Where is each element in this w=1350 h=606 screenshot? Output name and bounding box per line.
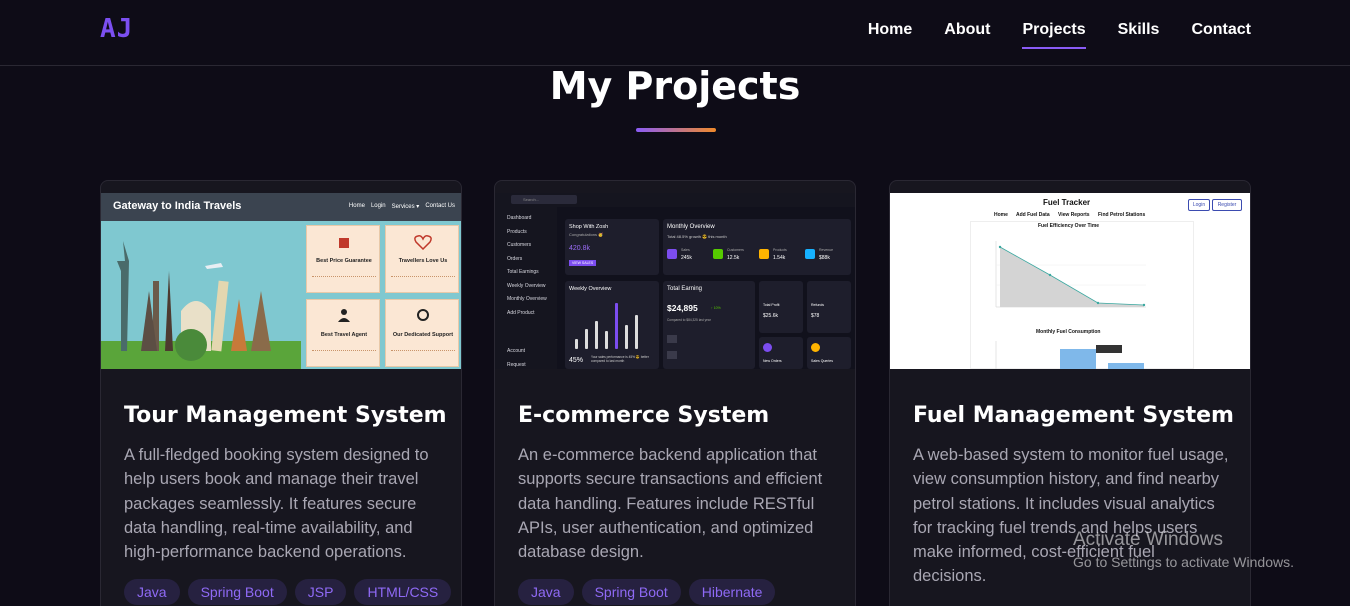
- project-thumbnail-tour[interactable]: Gateway to India Travels Home Login Serv…: [101, 193, 461, 369]
- nav-link-projects[interactable]: Projects: [1022, 21, 1086, 49]
- thumb-hero: Best Price Guarantee Travellers Love Us …: [101, 221, 461, 369]
- site-logo[interactable]: AJ: [100, 14, 133, 44]
- weekly-panel: Weekly Overview 45% Your sales performan…: [565, 281, 659, 369]
- project-description: An e-commerce backend application that s…: [518, 446, 823, 562]
- thumb-menu-item: Services ▾: [391, 204, 420, 210]
- tech-tag: Java: [518, 579, 574, 605]
- nav-link-about[interactable]: About: [944, 21, 990, 45]
- top-navbar: AJ Home About Projects Skills Contact: [0, 0, 1350, 66]
- thumb-register-button: Register: [1212, 199, 1242, 211]
- feature-box: Our Dedicated Support: [385, 299, 459, 367]
- thumb-sidebar: Dashboard Products Customers Orders Tota…: [495, 207, 557, 369]
- profit-panel: Total Profit $25.6k: [759, 281, 803, 333]
- feature-box: Best Travel Agent: [306, 299, 380, 367]
- price-tag-icon: [339, 238, 349, 248]
- thumb-menu: Home Login Services ▾ Contact Us: [349, 203, 455, 210]
- activation-watermark-text: Go to Settings to activate Windows.: [1073, 554, 1294, 570]
- thumb-menu-item: Contact Us: [425, 203, 455, 209]
- feature-box-title: Best Price Guarantee: [316, 258, 372, 264]
- feature-box-title: Our Dedicated Support: [392, 332, 454, 338]
- feature-box-title: Best Travel Agent: [320, 332, 368, 338]
- feature-box-title: Travellers Love Us: [398, 258, 448, 264]
- sidebar-item: Total Earnings: [507, 269, 539, 275]
- tech-tag: Spring Boot: [187, 579, 287, 605]
- headset-icon: [417, 309, 429, 321]
- landmarks-illustration: [101, 241, 301, 369]
- sidebar-item: Products: [507, 229, 527, 235]
- refunds-panel: Refunds $78: [807, 281, 851, 333]
- project-title: Fuel Management System: [913, 403, 1234, 428]
- project-description: A full-fledged booking system designed t…: [124, 446, 429, 562]
- heart-icon: [414, 235, 432, 250]
- queries-panel: Sales Queries: [807, 337, 851, 369]
- feature-box: Best Price Guarantee: [306, 225, 380, 293]
- efficiency-line-chart: [995, 241, 1146, 308]
- monthly-panel: Monthly Overview Total 48.5% growth 😎 th…: [663, 219, 851, 275]
- project-title: E-commerce System: [518, 403, 770, 428]
- thumb-header: Gateway to India Travels Home Login Serv…: [101, 193, 461, 221]
- tech-tag: Hibernate: [688, 579, 776, 605]
- thumb-menu-item: Home: [348, 203, 365, 209]
- sidebar-item: Account: [507, 348, 526, 354]
- project-card-tour[interactable]: Gateway to India Travels Home Login Serv…: [100, 180, 462, 606]
- thumb-search-input: Search...: [511, 195, 577, 204]
- thumb-menu-item: Login: [370, 203, 386, 209]
- orders-panel: New Orders: [759, 337, 803, 369]
- consumption-bar-chart: [995, 341, 1144, 369]
- nav-links: Home About Projects Skills Contact: [868, 21, 1251, 49]
- section-title: My Projects: [549, 64, 801, 108]
- sidebar-item: Add Product: [507, 310, 535, 316]
- project-title: Tour Management System: [124, 403, 447, 428]
- thumb-site-title: Fuel Tracker: [1043, 198, 1091, 207]
- project-thumbnail-ecommerce[interactable]: Search... Dashboard Products Customers O…: [495, 193, 855, 369]
- tech-tag: JSP: [294, 579, 347, 605]
- shop-panel: Shop With Zosh Congratulations 🥳 420.8k …: [565, 219, 659, 275]
- sidebar-item: Monthly Overview: [507, 296, 547, 302]
- tech-tag: HTML/CSS: [354, 579, 452, 605]
- thumb-login-button: Login: [1188, 199, 1210, 211]
- sidebar-item: Request: [507, 362, 526, 368]
- sidebar-item: Orders: [507, 256, 523, 262]
- project-card-ecommerce[interactable]: Search... Dashboard Products Customers O…: [494, 180, 856, 606]
- agent-icon: [338, 309, 350, 322]
- nav-link-contact[interactable]: Contact: [1191, 21, 1251, 45]
- sidebar-item: Weekly Overview: [507, 283, 546, 289]
- feature-box: Travellers Love Us: [385, 225, 459, 293]
- nav-link-skills[interactable]: Skills: [1118, 21, 1160, 45]
- dashboard-preview: Search... Dashboard Products Customers O…: [495, 193, 855, 369]
- sidebar-item: Customers: [507, 242, 532, 248]
- fuel-tracker-preview: Fuel Tracker Login Register Home Add Fue…: [890, 193, 1250, 369]
- sidebar-item: Dashboard: [507, 215, 532, 221]
- thumb-site-title: Gateway to India Travels: [113, 200, 242, 212]
- tech-tag: Java: [124, 579, 180, 605]
- activation-watermark-title: Activate Windows: [1073, 529, 1223, 550]
- nav-link-home[interactable]: Home: [868, 21, 912, 45]
- tech-tag: Spring Boot: [581, 579, 681, 605]
- tech-tags: Java Spring Boot JSP HTML/CSS: [124, 579, 452, 605]
- project-thumbnail-fuel[interactable]: Fuel Tracker Login Register Home Add Fue…: [890, 193, 1250, 369]
- tech-tags: Java Spring Boot Hibernate: [518, 579, 776, 605]
- title-underline: [636, 128, 716, 132]
- earning-panel: Total Earning $24,895 ↑ 10% Compared to …: [663, 281, 755, 369]
